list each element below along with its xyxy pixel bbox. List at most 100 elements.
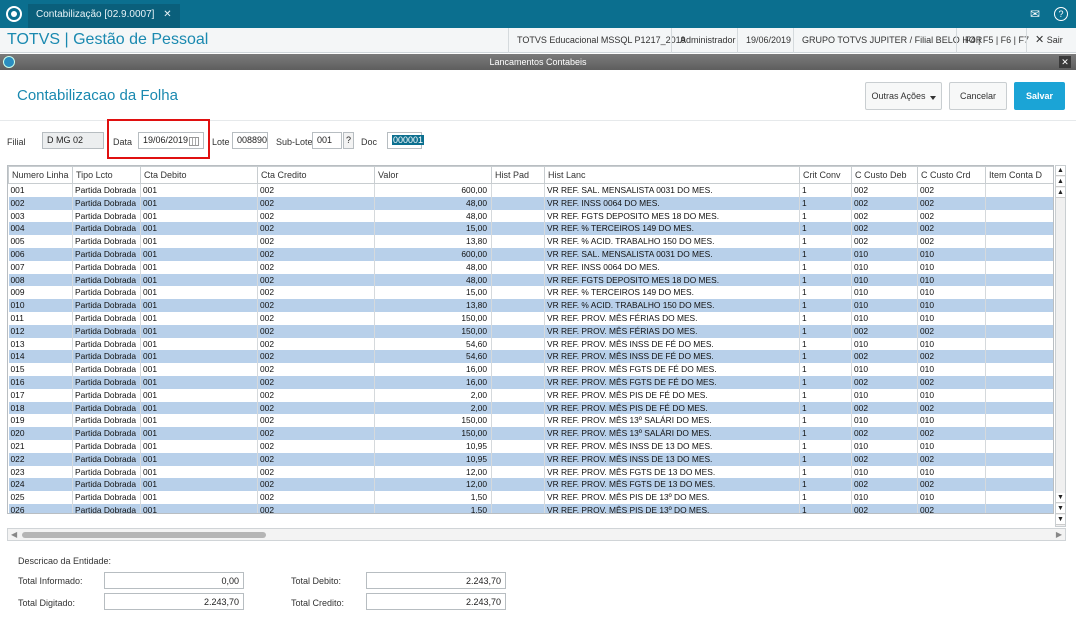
table-cell[interactable]: 010 (851, 491, 918, 504)
table-cell[interactable]: Partida Dobrada (72, 196, 141, 210)
scroll-page-down-icon[interactable]: ▼ (1056, 504, 1065, 514)
table-cell[interactable]: 010 (917, 439, 986, 453)
column-header[interactable]: Tipo Lcto (72, 166, 141, 184)
sublote-field[interactable]: 001 (312, 132, 342, 149)
table-cell[interactable]: 006 (8, 247, 73, 261)
column-header[interactable]: C Custo Crd (917, 166, 986, 184)
table-row[interactable]: 012 Partida Dobrada 001 002 150,00 VR REF. PR… (8, 324, 1053, 338)
table-cell[interactable]: 010 (917, 465, 986, 479)
table-cell[interactable] (491, 222, 545, 236)
table-cell[interactable]: 1 (799, 196, 852, 210)
table-cell[interactable]: 002 (257, 375, 375, 389)
table-cell[interactable]: VR REF. PROV. MÊS FGTS DE 13 DO MES. (544, 465, 800, 479)
table-cell[interactable]: 1 (799, 363, 852, 376)
table-row[interactable]: 001 Partida Dobrada 001 002 600,00 VR REF. SA… (8, 183, 1053, 197)
table-cell[interactable]: 010 (917, 299, 986, 312)
table-cell[interactable]: 011 (8, 311, 73, 325)
table-row[interactable]: 014 Partida Dobrada 001 002 54,60 VR REF. PRO… (8, 350, 1053, 364)
table-cell[interactable]: VR REF. FGTS DEPOSITO MES 18 DO MES. (544, 209, 800, 223)
table-cell[interactable]: VR REF. PROV. MÊS INSS DE 13 DO MES. (544, 439, 800, 453)
table-cell[interactable]: 013 (8, 337, 73, 351)
table-cell[interactable] (491, 209, 545, 223)
table-cell[interactable]: 600,00 (374, 247, 492, 261)
table-cell[interactable]: 001 (8, 183, 73, 197)
table-cell[interactable]: 010 (851, 465, 918, 479)
table-cell[interactable]: 15,00 (374, 222, 492, 236)
table-cell[interactable]: 025 (8, 491, 73, 504)
table-cell[interactable]: VR REF. % TERCEIROS 149 DO MES. (544, 286, 800, 300)
table-cell[interactable]: 1 (799, 478, 852, 492)
table-cell[interactable]: Partida Dobrada (72, 350, 141, 364)
table-cell[interactable]: 1 (799, 209, 852, 223)
table-cell[interactable]: 010 (917, 414, 986, 428)
table-row[interactable]: 010 Partida Dobrada 001 002 13,80 VR REF. % A… (8, 299, 1053, 312)
table-cell[interactable]: 1 (799, 222, 852, 236)
column-header[interactable]: Crit Conv (799, 166, 852, 184)
table-cell[interactable]: 001 (140, 324, 258, 338)
table-cell[interactable]: 001 (140, 375, 258, 389)
exit-button[interactable]: ✕ Sair (1026, 28, 1071, 53)
table-cell[interactable]: 1 (799, 311, 852, 325)
table-cell[interactable]: VR REF. FGTS DEPOSITO MES 18 DO MES. (544, 273, 800, 287)
table-cell[interactable]: Partida Dobrada (72, 439, 141, 453)
column-header[interactable]: Hist Lanc (544, 166, 800, 184)
table-cell[interactable]: 002 (257, 311, 375, 325)
table-cell[interactable]: 022 (8, 452, 73, 466)
table-cell[interactable]: 10,95 (374, 452, 492, 466)
table-cell[interactable] (491, 273, 545, 287)
table-row[interactable]: 005 Partida Dobrada 001 002 13,80 VR REF. % A… (8, 235, 1053, 248)
table-cell[interactable] (491, 465, 545, 479)
table-cell[interactable]: 48,00 (374, 209, 492, 223)
table-cell[interactable]: Partida Dobrada (72, 311, 141, 325)
table-cell[interactable] (491, 401, 545, 415)
table-row[interactable]: 003 Partida Dobrada 001 002 48,00 VR REF. FGT… (8, 209, 1053, 223)
table-cell[interactable]: 001 (140, 337, 258, 351)
table-row[interactable]: 022 Partida Dobrada 001 002 10,95 VR REF. PRO… (8, 452, 1053, 466)
table-cell[interactable] (985, 439, 1053, 453)
table-cell[interactable]: 009 (8, 286, 73, 300)
table-cell[interactable] (491, 260, 545, 274)
table-cell[interactable]: Partida Dobrada (72, 401, 141, 415)
scroll-page-up-icon[interactable]: ▲ (1056, 177, 1065, 187)
table-row[interactable]: 026 Partida Dobrada 001 002 1,50 VR REF. PROV… (8, 503, 1053, 513)
table-cell[interactable]: 1 (799, 414, 852, 428)
table-cell[interactable]: 002 (257, 363, 375, 376)
table-cell[interactable]: 1,50 (374, 491, 492, 504)
total-credito-field[interactable]: 2.243,70 (366, 593, 506, 610)
table-cell[interactable]: 002 (851, 235, 918, 248)
table-cell[interactable]: 002 (257, 414, 375, 428)
horizontal-scrollbar[interactable]: ◀ ▶ (7, 528, 1066, 541)
filial-field[interactable]: D MG 02 (42, 132, 104, 149)
table-cell[interactable]: 002 (257, 209, 375, 223)
table-cell[interactable]: VR REF. PROV. MÊS PIS DE 13º DO MES. (544, 491, 800, 504)
total-digitado-field[interactable]: 2.243,70 (104, 593, 244, 610)
table-cell[interactable]: 002 (851, 324, 918, 338)
table-cell[interactable]: 002 (917, 350, 986, 364)
table-cell[interactable]: 1 (799, 286, 852, 300)
table-cell[interactable]: 001 (140, 299, 258, 312)
vertical-scrollbar[interactable]: ▲ ▲ ▲ ▼ ▼ ▼ (1055, 165, 1066, 527)
table-cell[interactable]: 002 (917, 427, 986, 440)
table-cell[interactable] (985, 401, 1053, 415)
table-cell[interactable]: VR REF. PROV. MÊS 13º SALÁRI DO MES. (544, 427, 800, 440)
help-icon[interactable]: ? (1054, 7, 1068, 21)
table-cell[interactable]: 021 (8, 439, 73, 453)
table-cell[interactable] (491, 439, 545, 453)
table-row[interactable]: 024 Partida Dobrada 001 002 12,00 VR REF. PRO… (8, 478, 1053, 492)
table-cell[interactable]: Partida Dobrada (72, 286, 141, 300)
table-cell[interactable]: Partida Dobrada (72, 209, 141, 223)
table-cell[interactable]: 1 (799, 401, 852, 415)
table-row[interactable]: 016 Partida Dobrada 001 002 16,00 VR REF. PRO… (8, 375, 1053, 389)
dialog-close-icon[interactable]: ✕ (1059, 56, 1071, 68)
column-header[interactable]: Cta Credito (257, 166, 375, 184)
table-cell[interactable] (985, 478, 1053, 492)
table-row[interactable]: 019 Partida Dobrada 001 002 150,00 VR REF. PR… (8, 414, 1053, 428)
table-cell[interactable]: 001 (140, 478, 258, 492)
table-cell[interactable]: 024 (8, 478, 73, 492)
table-row[interactable]: 015 Partida Dobrada 001 002 16,00 VR REF. PRO… (8, 363, 1053, 376)
table-cell[interactable]: 002 (917, 222, 986, 236)
table-cell[interactable]: Partida Dobrada (72, 503, 141, 513)
more-actions-button[interactable]: Outras Ações (865, 82, 942, 110)
table-cell[interactable]: Partida Dobrada (72, 388, 141, 402)
table-cell[interactable]: 012 (8, 324, 73, 338)
